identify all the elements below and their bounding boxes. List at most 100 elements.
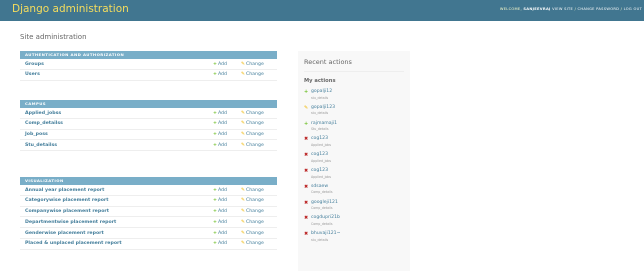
add-link[interactable]: +Add — [213, 231, 227, 236]
change-link[interactable]: ✎Change — [241, 231, 264, 236]
action-content-type: Comp_details — [311, 190, 333, 195]
action-object-link[interactable]: rajmamaji1 — [311, 121, 337, 126]
delete-icon: ✖ — [304, 231, 309, 238]
model-row: Placed & unplaced placement report +Add ✎C… — [20, 239, 277, 250]
app-module: Visualization Annual year placement repor… — [20, 177, 277, 250]
change-link[interactable]: ✎Change — [241, 62, 264, 67]
plus-icon: + — [213, 198, 217, 204]
plus-icon: + — [213, 241, 217, 247]
plus-icon: + — [213, 209, 217, 215]
add-label: Add — [217, 121, 228, 127]
change-label: Change — [245, 61, 264, 67]
change-link[interactable]: ✎Change — [241, 220, 264, 225]
module-caption[interactable]: Authentication and Authorization — [20, 51, 277, 59]
change-label: Change — [245, 198, 264, 204]
recent-action-item: ✖ cog123 Applied_jobs — [304, 168, 404, 182]
change-label: Change — [245, 230, 264, 236]
add-link[interactable]: +Add — [213, 62, 227, 67]
add-link[interactable]: +Add — [213, 111, 227, 116]
model-row: Job_poss +Add ✎Change — [20, 130, 277, 141]
recent-action-item: ✖ bhuvaji121~ stu_details — [304, 231, 404, 245]
model-link[interactable]: Annual year placement report — [25, 188, 104, 193]
pencil-icon: ✎ — [241, 241, 245, 247]
change-label: Change — [245, 219, 264, 225]
module-caption[interactable]: Campus — [20, 100, 277, 108]
model-link[interactable]: Comp_detailss — [25, 121, 63, 126]
model-link[interactable]: Users — [25, 72, 40, 77]
delete-icon: ✖ — [304, 215, 309, 222]
add-link[interactable]: +Add — [213, 72, 227, 77]
add-link[interactable]: +Add — [213, 209, 227, 214]
pencil-icon: ✎ — [241, 219, 245, 225]
welcome-text: WELCOME, — [499, 7, 522, 11]
username: SANJEEVRAJ — [523, 7, 551, 11]
change-link[interactable]: ✎Change — [241, 198, 264, 203]
change-link[interactable]: ✎Change — [241, 188, 264, 193]
change-link[interactable]: ✎Change — [241, 143, 264, 148]
model-link[interactable]: Placed & unplaced placement report — [25, 241, 122, 246]
pencil-icon: ✎ — [241, 230, 245, 236]
add-link[interactable]: +Add — [213, 121, 227, 126]
action-content-type: stu_details — [311, 237, 329, 242]
model-link[interactable]: Departmentwise placement report — [25, 220, 116, 225]
add-link[interactable]: +Add — [213, 188, 227, 193]
add-link[interactable]: +Add — [213, 241, 227, 246]
change-link[interactable]: ✎Change — [241, 132, 264, 137]
pencil-icon: ✎ — [241, 72, 245, 78]
change-label: Change — [245, 241, 264, 247]
recent-action-item: + rajmamaji1 Stu_details — [304, 121, 404, 135]
action-content-type: Comp_details — [311, 221, 333, 226]
action-object-link[interactable]: cog123 — [311, 168, 328, 173]
add-label: Add — [217, 187, 228, 193]
model-row: Applied_jobss +Add ✎Change — [20, 108, 277, 119]
model-link[interactable]: Job_poss — [25, 132, 48, 137]
change-link[interactable]: ✎Change — [241, 209, 264, 214]
pencil-icon: ✎ — [241, 142, 245, 148]
action-content-type: stu_details — [311, 111, 329, 116]
action-object-link[interactable]: sdsaew — [311, 184, 328, 189]
pencil-icon: ✎ — [241, 121, 245, 127]
action-object-link[interactable]: cog123 — [311, 136, 328, 141]
model-row: Companywise placement report +Add ✎Change — [20, 207, 277, 218]
change-link[interactable]: ✎Change — [241, 121, 264, 126]
change-link[interactable]: ✎Change — [241, 241, 264, 246]
model-link[interactable]: Genderwise placement report — [25, 231, 104, 236]
model-row: Stu_detailss +Add ✎Change — [20, 140, 277, 152]
action-object-link[interactable]: googleji121 — [311, 200, 338, 205]
delete-icon: ✖ — [304, 152, 309, 159]
action-object-link[interactable]: gopalji123 — [311, 105, 335, 110]
action-content-type: stu_details — [311, 95, 329, 100]
delete-icon: ✖ — [304, 168, 309, 174]
change-link[interactable]: ✎Change — [241, 72, 264, 77]
model-link[interactable]: Categorywise placement report — [25, 198, 108, 203]
action-object-link[interactable]: gopalji12 — [311, 89, 332, 94]
pencil-icon: ✎ — [241, 209, 245, 215]
change-label: Change — [245, 142, 264, 148]
action-object-link[interactable]: bhuvaji121~ — [311, 231, 340, 236]
recent-actions-panel: Recent actions My actions + gopalji12 stu_… — [298, 51, 410, 271]
action-content-type: Applied_jobs — [311, 142, 332, 147]
change-password-link[interactable]: CHANGE PASSWORD — [578, 7, 620, 11]
action-object-link[interactable]: cogdupri21b — [311, 215, 340, 220]
model-link[interactable]: Groups — [25, 62, 44, 67]
add-link[interactable]: +Add — [213, 143, 227, 148]
plus-icon: + — [213, 187, 217, 193]
logout-link[interactable]: LOG OUT — [624, 7, 642, 11]
add-label: Add — [217, 110, 228, 116]
plus-icon: + — [213, 110, 217, 116]
module-caption[interactable]: Visualization — [20, 177, 277, 185]
change-link[interactable]: ✎Change — [241, 111, 264, 116]
view-site-link[interactable]: VIEW SITE — [552, 7, 573, 11]
add-label: Add — [217, 230, 228, 236]
model-link[interactable]: Companywise placement report — [25, 209, 109, 214]
site-branding[interactable]: Django administration — [12, 3, 129, 15]
model-link[interactable]: Stu_detailss — [25, 143, 57, 148]
add-link[interactable]: +Add — [213, 198, 227, 203]
add-link[interactable]: +Add — [213, 132, 227, 137]
model-link[interactable]: Applied_jobss — [25, 111, 61, 116]
add-label: Add — [217, 61, 228, 67]
pencil-icon: ✎ — [241, 198, 245, 204]
add-link[interactable]: +Add — [213, 220, 227, 225]
action-object-link[interactable]: cog123 — [311, 152, 328, 157]
change-label: Change — [245, 110, 264, 116]
